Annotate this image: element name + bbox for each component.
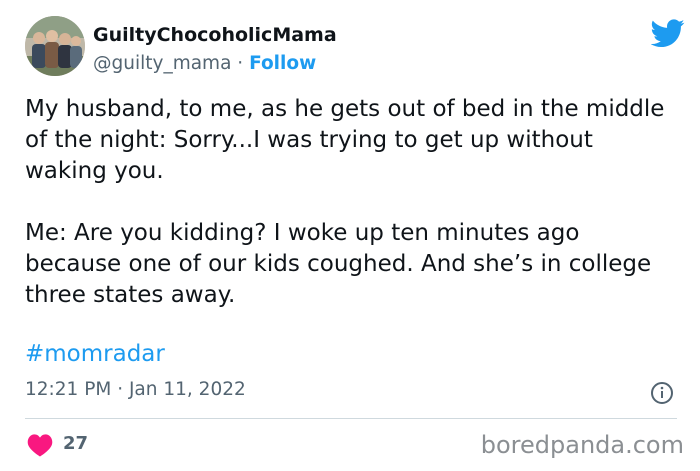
tweet-paragraph: Me: Are you kidding? I woke up ten minut…: [25, 220, 652, 308]
twitter-bird-icon[interactable]: [651, 16, 685, 50]
avatar[interactable]: [25, 16, 85, 76]
tweet-date: Jan 11, 2022: [128, 379, 246, 400]
watermark: boredpanda.com: [480, 431, 684, 459]
heart-icon[interactable]: [27, 433, 53, 457]
tweet-timestamp[interactable]: 12:21 PM · Jan 11, 2022: [25, 379, 246, 400]
tweet-header: GuiltyChocoholicMama @guilty_mama · Foll…: [25, 16, 685, 78]
like-count: 27: [63, 433, 89, 454]
author-handle[interactable]: @guilty_mama: [93, 53, 231, 74]
handle-separator: ·: [231, 53, 250, 74]
info-icon[interactable]: [650, 381, 674, 405]
author-handle-line: @guilty_mama · Follow: [93, 53, 316, 74]
tweet-body: My husband, to me, as he gets out of bed…: [25, 94, 675, 311]
divider: [25, 418, 677, 419]
avatar-photo: [25, 16, 85, 76]
timestamp-separator: ·: [111, 379, 129, 400]
hashtag-link[interactable]: #momradar: [25, 341, 165, 367]
author-name[interactable]: GuiltyChocoholicMama: [93, 24, 337, 46]
tweet-time: 12:21 PM: [25, 379, 112, 400]
tweet-paragraph: My husband, to me, as he gets out of bed…: [25, 96, 665, 184]
follow-button[interactable]: Follow: [249, 53, 316, 74]
